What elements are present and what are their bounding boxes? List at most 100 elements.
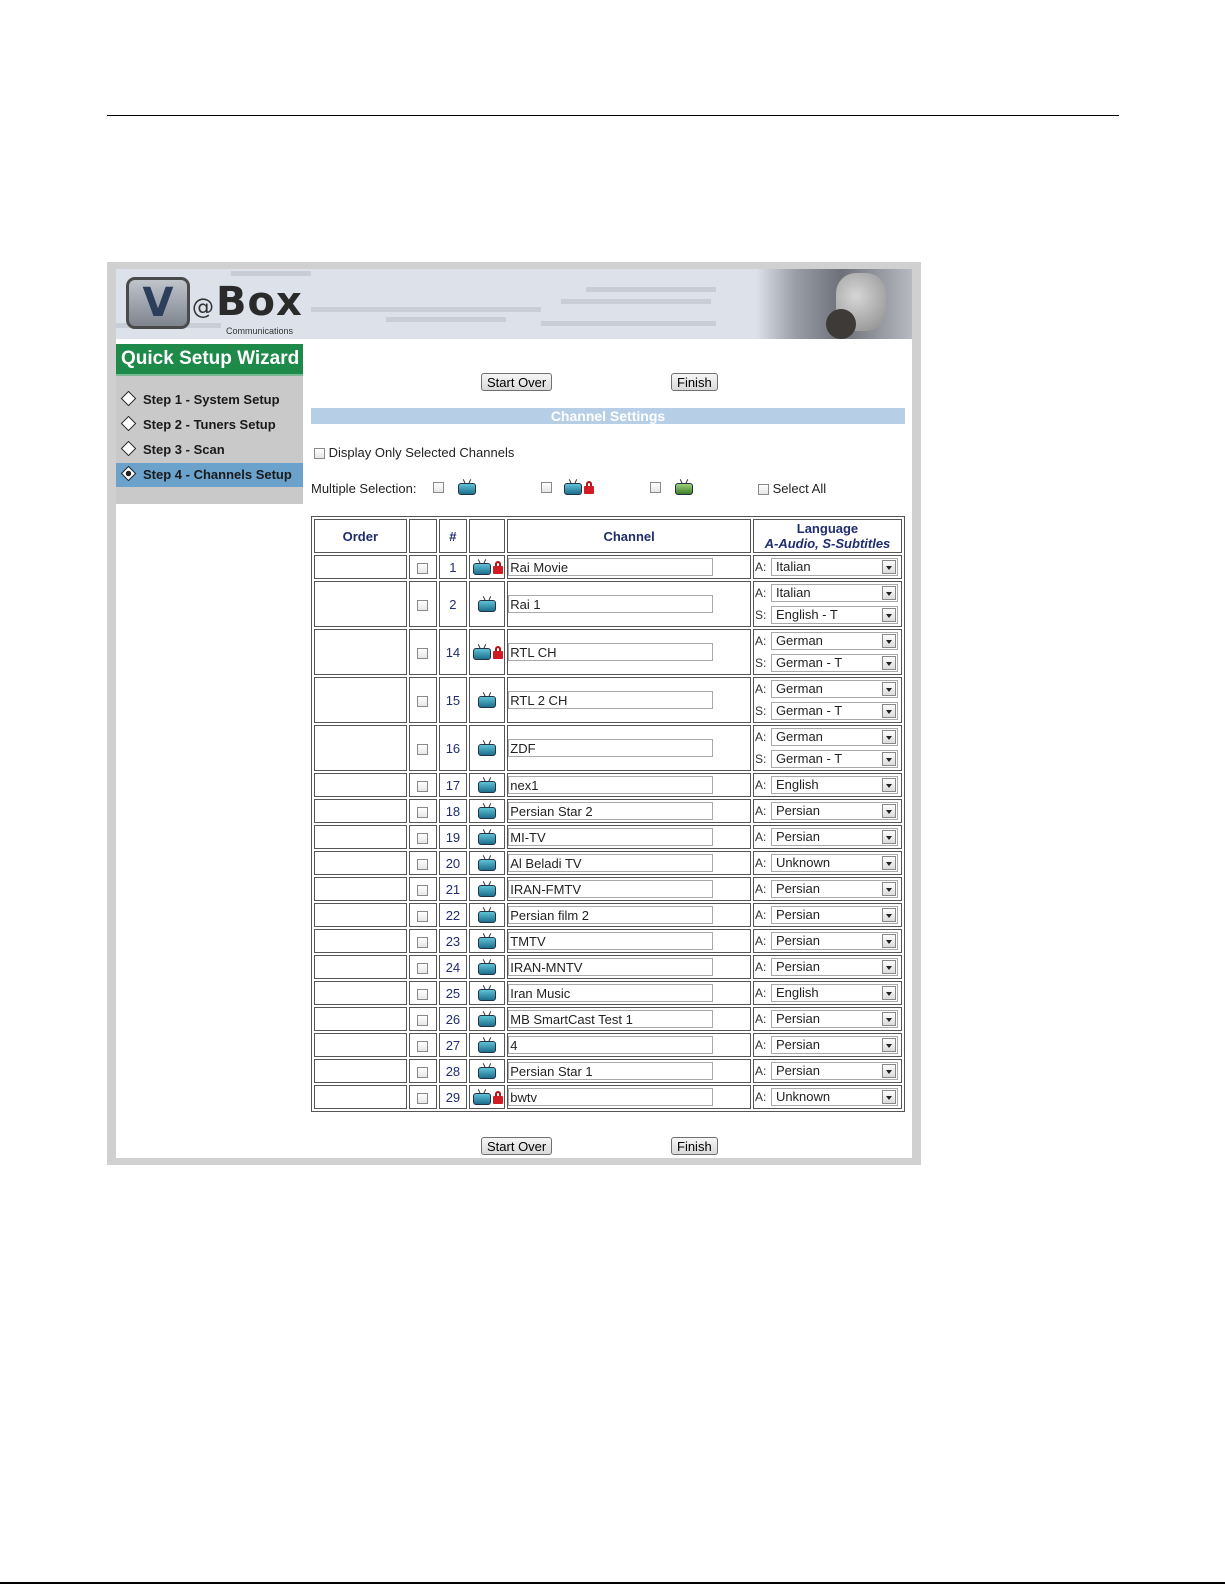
audio-language-select[interactable]: Unknown bbox=[770, 1088, 898, 1106]
audio-language-select[interactable]: Persian bbox=[770, 958, 898, 976]
audio-prefix: A: bbox=[754, 730, 767, 744]
audio-prefix: A: bbox=[754, 1038, 767, 1052]
audio-language-select[interactable]: English bbox=[770, 984, 898, 1002]
order-cell bbox=[314, 1033, 407, 1057]
subtitle-prefix: S: bbox=[754, 704, 767, 718]
channel-name-input[interactable] bbox=[508, 958, 714, 976]
subtitle-language-line: S: English - T bbox=[754, 604, 901, 626]
subtitle-language-select[interactable]: English - T bbox=[770, 606, 898, 624]
channel-name-input[interactable] bbox=[508, 739, 714, 757]
channel-name-input[interactable] bbox=[508, 558, 714, 576]
row-checkbox[interactable] bbox=[417, 1014, 429, 1026]
audio-prefix: A: bbox=[754, 560, 767, 574]
subtitle-language-select[interactable]: German - T bbox=[770, 750, 898, 768]
diamond-icon bbox=[120, 440, 137, 457]
multi-select-locked-tv-checkbox[interactable] bbox=[541, 482, 552, 494]
channel-name-input[interactable] bbox=[508, 1010, 714, 1028]
audio-language-select[interactable]: Persian bbox=[770, 1036, 898, 1054]
row-checkbox[interactable] bbox=[417, 858, 429, 870]
channel-name-input[interactable] bbox=[508, 906, 714, 924]
step-3-scan[interactable]: Step 3 - Scan bbox=[116, 438, 303, 462]
channel-name-cell bbox=[507, 1059, 751, 1083]
audio-language-line: A: English bbox=[754, 982, 901, 1004]
select-all-checkbox[interactable] bbox=[758, 484, 769, 496]
finish-button-bottom[interactable]: Finish bbox=[671, 1137, 718, 1155]
channel-name-input[interactable] bbox=[508, 854, 714, 872]
audio-language-select[interactable]: Persian bbox=[770, 802, 898, 820]
row-checkbox[interactable] bbox=[417, 1040, 429, 1052]
finish-button-top[interactable]: Finish bbox=[671, 373, 718, 391]
row-checkbox[interactable] bbox=[417, 1066, 429, 1078]
channel-name-input[interactable] bbox=[508, 643, 714, 661]
channel-name-input[interactable] bbox=[508, 776, 714, 794]
channel-type-cell bbox=[469, 877, 506, 901]
row-checkbox[interactable] bbox=[417, 1092, 429, 1104]
select-header bbox=[408, 519, 437, 553]
select-cell bbox=[408, 773, 437, 797]
audio-language-select[interactable]: English bbox=[770, 776, 898, 794]
step-2-tuners-setup[interactable]: Step 2 - Tuners Setup bbox=[116, 413, 303, 437]
tv-icon bbox=[476, 739, 498, 757]
tv-icon bbox=[476, 1062, 498, 1080]
audio-language-select[interactable]: German bbox=[770, 728, 898, 746]
row-checkbox[interactable] bbox=[417, 806, 429, 818]
audio-language-select[interactable]: Persian bbox=[770, 906, 898, 924]
audio-prefix: A: bbox=[754, 908, 767, 922]
channel-name-cell bbox=[507, 555, 751, 579]
step-1-system-setup[interactable]: Step 1 - System Setup bbox=[116, 388, 303, 412]
tv-icon bbox=[476, 828, 498, 846]
language-header: Language A-Audio, S-Subtitles bbox=[752, 519, 902, 553]
row-checkbox[interactable] bbox=[417, 599, 429, 611]
channel-name-cell bbox=[507, 851, 751, 875]
tv-icon bbox=[476, 1036, 498, 1054]
audio-language-select[interactable]: Persian bbox=[770, 1062, 898, 1080]
start-over-button-top[interactable]: Start Over bbox=[481, 373, 553, 391]
table-row: 1 A: Italian bbox=[314, 555, 902, 579]
audio-language-select[interactable]: Persian bbox=[770, 880, 898, 898]
channel-name-input[interactable] bbox=[508, 595, 714, 613]
row-checkbox[interactable] bbox=[417, 910, 429, 922]
language-cell: A: Persian bbox=[752, 903, 902, 927]
channel-name-input[interactable] bbox=[508, 1036, 714, 1054]
audio-language-select[interactable]: Persian bbox=[770, 1010, 898, 1028]
row-checkbox[interactable] bbox=[417, 962, 429, 974]
multi-select-tv-checkbox[interactable] bbox=[433, 482, 444, 494]
row-checkbox[interactable] bbox=[417, 832, 429, 844]
row-checkbox[interactable] bbox=[417, 780, 429, 792]
order-cell bbox=[314, 903, 407, 927]
channel-name-input[interactable] bbox=[508, 984, 714, 1002]
channel-name-cell bbox=[507, 825, 751, 849]
audio-language-select[interactable]: German bbox=[770, 632, 898, 650]
row-checkbox[interactable] bbox=[417, 988, 429, 1000]
channel-name-input[interactable] bbox=[508, 932, 714, 950]
subtitle-language-select[interactable]: German - T bbox=[770, 702, 898, 720]
audio-language-select[interactable]: Unknown bbox=[770, 854, 898, 872]
channel-name-input[interactable] bbox=[508, 691, 714, 709]
row-checkbox[interactable] bbox=[417, 936, 429, 948]
wizard-title: Quick Setup Wizard bbox=[116, 344, 303, 376]
chevron-down-icon bbox=[881, 1012, 896, 1026]
channel-name-input[interactable] bbox=[508, 1088, 714, 1106]
multi-select-radio-checkbox[interactable] bbox=[650, 482, 661, 494]
row-checkbox[interactable] bbox=[417, 647, 429, 659]
channel-name-input[interactable] bbox=[508, 828, 714, 846]
row-checkbox[interactable] bbox=[417, 695, 429, 707]
audio-language-select[interactable]: Italian bbox=[770, 558, 898, 576]
start-over-button-bottom[interactable]: Start Over bbox=[481, 1137, 553, 1155]
channel-name-input[interactable] bbox=[508, 1062, 714, 1080]
audio-language-select[interactable]: Persian bbox=[770, 828, 898, 846]
row-checkbox[interactable] bbox=[417, 884, 429, 896]
audio-language-select[interactable]: Italian bbox=[770, 584, 898, 602]
step-4-channels-setup[interactable]: Step 4 - Channels Setup bbox=[116, 463, 303, 487]
channel-name-input[interactable] bbox=[508, 880, 714, 898]
channel-number: 18 bbox=[438, 799, 468, 823]
audio-language-select[interactable]: Persian bbox=[770, 932, 898, 950]
multi-select-locked-tv-group bbox=[541, 479, 594, 496]
channel-name-input[interactable] bbox=[508, 802, 714, 820]
display-only-selected-checkbox[interactable] bbox=[314, 448, 325, 460]
subtitle-language-select[interactable]: German - T bbox=[770, 654, 898, 672]
row-checkbox[interactable] bbox=[417, 743, 429, 755]
tv-icon bbox=[476, 906, 498, 924]
row-checkbox[interactable] bbox=[417, 562, 429, 574]
audio-language-select[interactable]: German bbox=[770, 680, 898, 698]
